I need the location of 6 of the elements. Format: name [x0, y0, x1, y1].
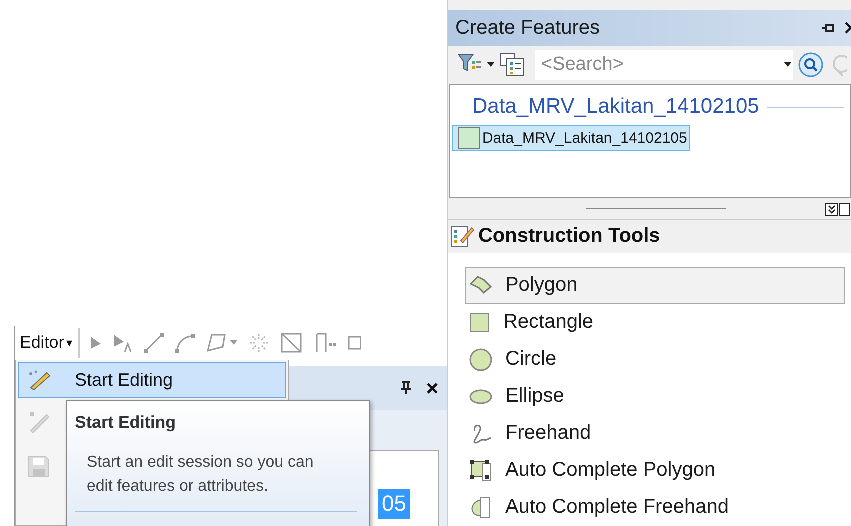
- layer-group-title: Data_MRV_Lakitan_14102105: [472, 95, 760, 120]
- section-title: Construction Tools: [478, 225, 660, 248]
- panel-title: Create Features: [455, 16, 601, 40]
- template-label: Data_MRV_Lakitan_14102105: [482, 130, 688, 147]
- tooltip-title: Start Editing: [75, 413, 178, 433]
- tooltip-text: Start an edit session so you can edit features or attributes.: [87, 453, 315, 497]
